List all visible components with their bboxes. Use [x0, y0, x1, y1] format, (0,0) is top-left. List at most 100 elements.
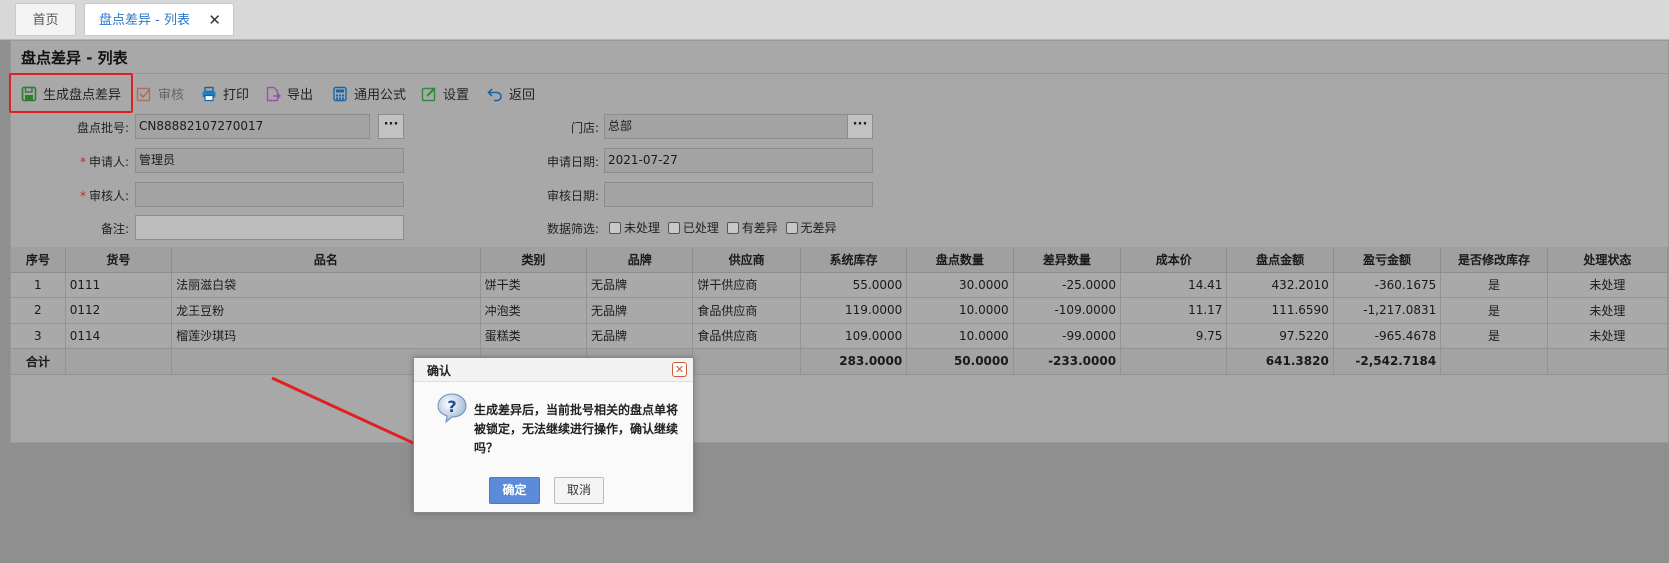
filter-processed[interactable]: 已处理	[664, 221, 719, 235]
cell: 432.2010	[1226, 272, 1334, 298]
col-header[interactable]: 差异数量	[1013, 247, 1122, 273]
col-header[interactable]: 系统库存	[800, 247, 908, 273]
col-header[interactable]: 是否修改库存	[1440, 247, 1548, 273]
dialog-message: 生成差异后，当前批号相关的盘点单将被锁定，无法继续进行操作，确认继续吗？	[474, 403, 679, 455]
export-button[interactable]: 导出	[265, 81, 313, 111]
col-header[interactable]: 盈亏金额	[1333, 247, 1442, 273]
filter-no-diff[interactable]: 无差异	[782, 221, 837, 235]
cell: 9.75	[1120, 323, 1228, 349]
cell: 是	[1440, 272, 1548, 298]
filter-has-diff[interactable]: 有差异	[723, 221, 778, 235]
cell: 0112	[65, 297, 173, 324]
cell: 10.0000	[906, 297, 1014, 324]
printer-icon	[202, 86, 216, 102]
cell: -99.0000	[1013, 323, 1122, 349]
cell: 97.5220	[1226, 323, 1334, 349]
remark-field[interactable]	[135, 215, 404, 240]
cell: 无品牌	[586, 272, 694, 298]
batch-picker-button[interactable]: ···	[378, 114, 404, 139]
dialog-title: 确认	[427, 364, 452, 378]
required-mark: *	[79, 189, 86, 203]
col-header[interactable]: 品牌	[586, 247, 694, 273]
checkbox[interactable]	[785, 222, 798, 234]
print-button[interactable]: 打印	[201, 81, 249, 111]
applicant-field[interactable]: 管理员	[135, 148, 404, 173]
close-icon[interactable]: ✕	[672, 362, 687, 377]
checkbox[interactable]	[726, 222, 739, 234]
close-icon[interactable]: ✕	[208, 4, 221, 37]
col-header[interactable]: 类别	[480, 247, 588, 273]
diff-table: 序号 货号 品名 类别 品牌 供应商 系统库存 盘点数量 差异数量 成本价 盘点…	[11, 247, 1669, 375]
applicant-label-text: 申请人:	[88, 155, 129, 169]
tab-home[interactable]: 首页	[15, 3, 76, 36]
remark-label: 备注:	[100, 222, 129, 236]
tab-active-label: 盘点差异 - 列表	[99, 13, 190, 28]
store-picker-button[interactable]: ···	[847, 114, 873, 139]
checkbox[interactable]	[667, 222, 680, 234]
store-field[interactable]: 总部	[604, 114, 850, 139]
question-icon: ?	[437, 393, 467, 424]
total-label: 合计	[11, 348, 66, 375]
cell: 11.17	[1120, 297, 1228, 324]
filter-no-diff-label: 无差异	[800, 221, 837, 235]
dialog-header: 确认 ✕	[414, 358, 693, 382]
save-icon	[21, 86, 37, 102]
table-row[interactable]: 1 0111 法丽滋白袋 饼干类 无品牌 饼干供应商 55.0000 30.00…	[11, 272, 1669, 298]
col-header[interactable]: 盘点数量	[906, 247, 1014, 273]
filter-label: 数据筛选:	[546, 222, 599, 236]
formula-label: 通用公式	[354, 88, 407, 103]
toolbar: 生成盘点差异 审核 打印 导出 通用公式 设置 返回	[11, 75, 1668, 117]
auditor-label: * 审核人:	[49, 187, 129, 204]
formula-button[interactable]: 通用公式	[332, 81, 406, 111]
auditor-field[interactable]	[135, 182, 404, 207]
table-header-row: 序号 货号 品名 类别 品牌 供应商 系统库存 盘点数量 差异数量 成本价 盘点…	[11, 247, 1669, 273]
col-header[interactable]: 品名	[171, 247, 481, 273]
settings-button[interactable]: 设置	[421, 81, 469, 111]
back-button[interactable]: 返回	[487, 81, 535, 111]
cell: 14.41	[1120, 272, 1228, 298]
table-row[interactable]: 3 0114 榴莲沙琪玛 蛋糕类 无品牌 食品供应商 109.0000 10.0…	[11, 323, 1669, 349]
calculator-icon	[333, 86, 347, 102]
tab-bar: 首页 盘点差异 - 列表 ✕	[0, 0, 1669, 40]
cell: 是	[1440, 297, 1548, 324]
cell	[65, 348, 173, 375]
filter-unprocessed[interactable]: 未处理	[605, 221, 660, 235]
audit-date-field[interactable]	[604, 182, 873, 207]
col-header[interactable]: 序号	[11, 247, 66, 273]
cell: 法丽滋白袋	[171, 272, 481, 298]
applicant-label: * 申请人:	[49, 153, 129, 170]
confirm-cancel-button[interactable]: 取消	[554, 477, 604, 504]
generate-diff-button[interactable]: 生成盘点差异	[21, 81, 121, 111]
apply-date-label: 申请日期:	[546, 155, 599, 169]
tab-stock-diff-list[interactable]: 盘点差异 - 列表 ✕	[84, 3, 234, 36]
cell: 食品供应商	[692, 297, 801, 324]
tab-home-label: 首页	[32, 13, 59, 28]
col-header[interactable]: 供应商	[692, 247, 801, 273]
apply-date-field[interactable]: 2021-07-27	[604, 148, 873, 173]
cell: 无品牌	[586, 323, 694, 349]
batch-field[interactable]: CN88882107270017	[135, 114, 370, 139]
generate-diff-label: 生成盘点差异	[43, 88, 122, 103]
cell: 龙王豆粉	[171, 297, 481, 324]
col-header[interactable]: 货号	[65, 247, 173, 273]
batch-label: 盘点批号:	[76, 121, 129, 135]
col-header[interactable]: 成本价	[1120, 247, 1228, 273]
cell: 55.0000	[800, 272, 908, 298]
cell: 冲泡类	[480, 297, 588, 324]
divider	[11, 73, 1668, 74]
total-count-amount: 641.3820	[1226, 348, 1334, 375]
col-header[interactable]: 盘点金额	[1226, 247, 1334, 273]
table-row[interactable]: 2 0112 龙王豆粉 冲泡类 无品牌 食品供应商 119.0000 10.00…	[11, 297, 1669, 324]
cell: 蛋糕类	[480, 323, 588, 349]
cell	[1440, 348, 1548, 375]
audit-button[interactable]: 审核	[136, 81, 184, 111]
cell: 0111	[65, 272, 173, 298]
cell	[1547, 348, 1669, 375]
checkbox[interactable]	[609, 222, 621, 234]
total-system-stock: 283.0000	[800, 348, 908, 375]
col-header[interactable]: 处理状态	[1547, 247, 1669, 273]
confirm-ok-button[interactable]: 确定	[489, 477, 540, 504]
cell: -1,217.0831	[1333, 297, 1442, 324]
audit-label: 审核	[158, 88, 185, 103]
undo-arrow-icon	[487, 88, 502, 102]
